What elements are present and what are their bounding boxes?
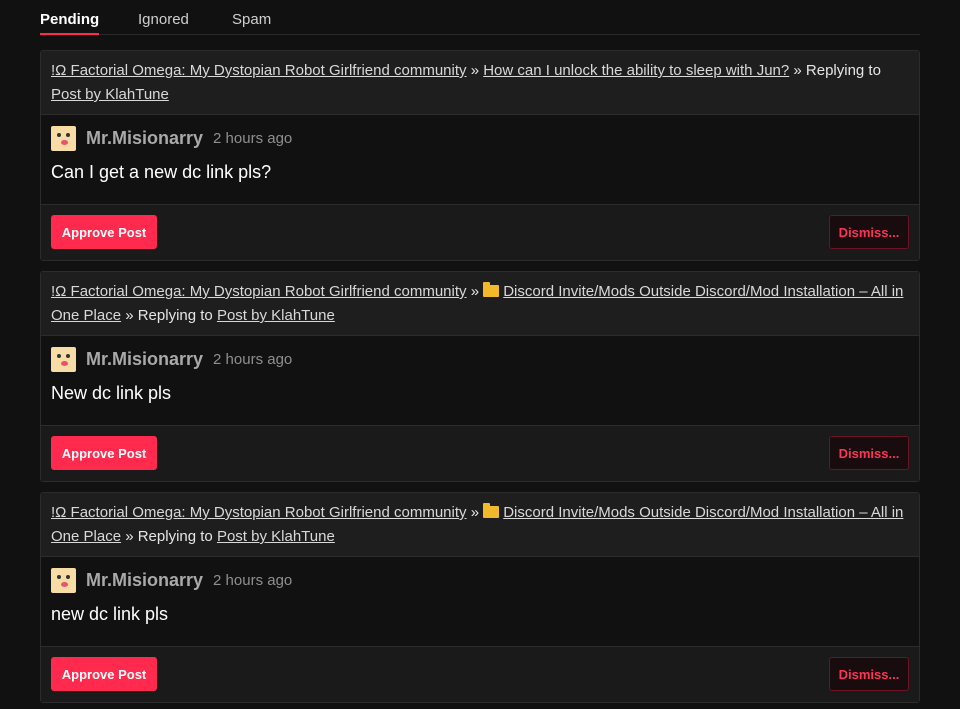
folder-icon — [483, 503, 500, 518]
tab-pending-label: Pending — [40, 11, 100, 28]
dismiss-button[interactable]: Dismiss... — [829, 215, 909, 249]
post-body: Mr.Misionarry 2 hours ago Can I get a ne… — [41, 115, 919, 205]
avatar[interactable] — [51, 125, 76, 151]
avatar[interactable] — [51, 567, 76, 593]
post-author-row: Mr.Misionarry 2 hours ago — [51, 567, 909, 593]
pending-post-card: !Ω Factorial Omega: My Dystopian Robot G… — [40, 492, 920, 703]
author-name[interactable]: Mr.Misionarry — [86, 349, 203, 370]
tab-ignored-label: Ignored — [138, 11, 189, 28]
avatar[interactable] — [51, 346, 76, 372]
reply-target-link[interactable]: Post by KlahTune — [217, 528, 335, 545]
moderation-tabs: Pending Ignored Spam — [40, 0, 920, 35]
post-timestamp: 2 hours ago — [213, 571, 293, 589]
post-body: Mr.Misionarry 2 hours ago New dc link pl… — [41, 336, 919, 426]
dismiss-button[interactable]: Dismiss... — [829, 657, 909, 691]
community-link[interactable]: !Ω Factorial Omega: My Dystopian Robot G… — [51, 283, 467, 300]
post-context-breadcrumb: !Ω Factorial Omega: My Dystopian Robot G… — [41, 272, 919, 336]
approve-post-button[interactable]: Approve Post — [51, 657, 157, 691]
breadcrumb-separator: » — [470, 504, 480, 521]
pending-post-card: !Ω Factorial Omega: My Dystopian Robot G… — [40, 50, 920, 261]
author-name[interactable]: Mr.Misionarry — [86, 570, 203, 591]
post-text: new dc link pls — [51, 604, 169, 624]
community-link[interactable]: !Ω Factorial Omega: My Dystopian Robot G… — [51, 62, 467, 79]
community-link[interactable]: !Ω Factorial Omega: My Dystopian Robot G… — [51, 504, 467, 521]
folder-icon — [483, 282, 500, 297]
post-timestamp: 2 hours ago — [213, 350, 293, 368]
post-context-breadcrumb: !Ω Factorial Omega: My Dystopian Robot G… — [41, 51, 919, 115]
tab-pending[interactable]: Pending — [40, 10, 100, 35]
post-body: Mr.Misionarry 2 hours ago new dc link pl… — [41, 557, 919, 647]
reply-target-link[interactable]: Post by KlahTune — [51, 86, 169, 103]
reply-target-link[interactable]: Post by KlahTune — [217, 307, 335, 324]
pending-post-card: !Ω Factorial Omega: My Dystopian Robot G… — [40, 271, 920, 482]
post-timestamp: 2 hours ago — [213, 129, 293, 147]
topic-link[interactable]: How can I unlock the ability to sleep wi… — [483, 62, 789, 79]
breadcrumb-separator: » — [470, 283, 480, 300]
active-tab-indicator — [40, 33, 100, 35]
replying-to-text: » Replying to — [125, 307, 213, 324]
post-actions: Approve Post Dismiss... — [41, 205, 919, 260]
approve-post-button[interactable]: Approve Post — [51, 436, 157, 470]
post-actions: Approve Post Dismiss... — [41, 647, 919, 702]
post-text: New dc link pls — [51, 383, 172, 403]
dismiss-button[interactable]: Dismiss... — [829, 436, 909, 470]
post-author-row: Mr.Misionarry 2 hours ago — [51, 346, 909, 372]
author-name[interactable]: Mr.Misionarry — [86, 128, 203, 149]
replying-to-text: » Replying to — [793, 62, 881, 79]
approve-post-button[interactable]: Approve Post — [51, 215, 157, 249]
post-text: Can I get a new dc link pls? — [51, 162, 272, 182]
replying-to-text: » Replying to — [125, 528, 213, 545]
post-author-row: Mr.Misionarry 2 hours ago — [51, 125, 909, 151]
breadcrumb-separator: » — [470, 62, 480, 79]
post-context-breadcrumb: !Ω Factorial Omega: My Dystopian Robot G… — [41, 493, 919, 557]
tab-spam[interactable]: Spam — [232, 10, 271, 30]
tab-spam-label: Spam — [232, 11, 272, 28]
tab-ignored[interactable]: Ignored — [138, 10, 189, 30]
post-actions: Approve Post Dismiss... — [41, 426, 919, 481]
